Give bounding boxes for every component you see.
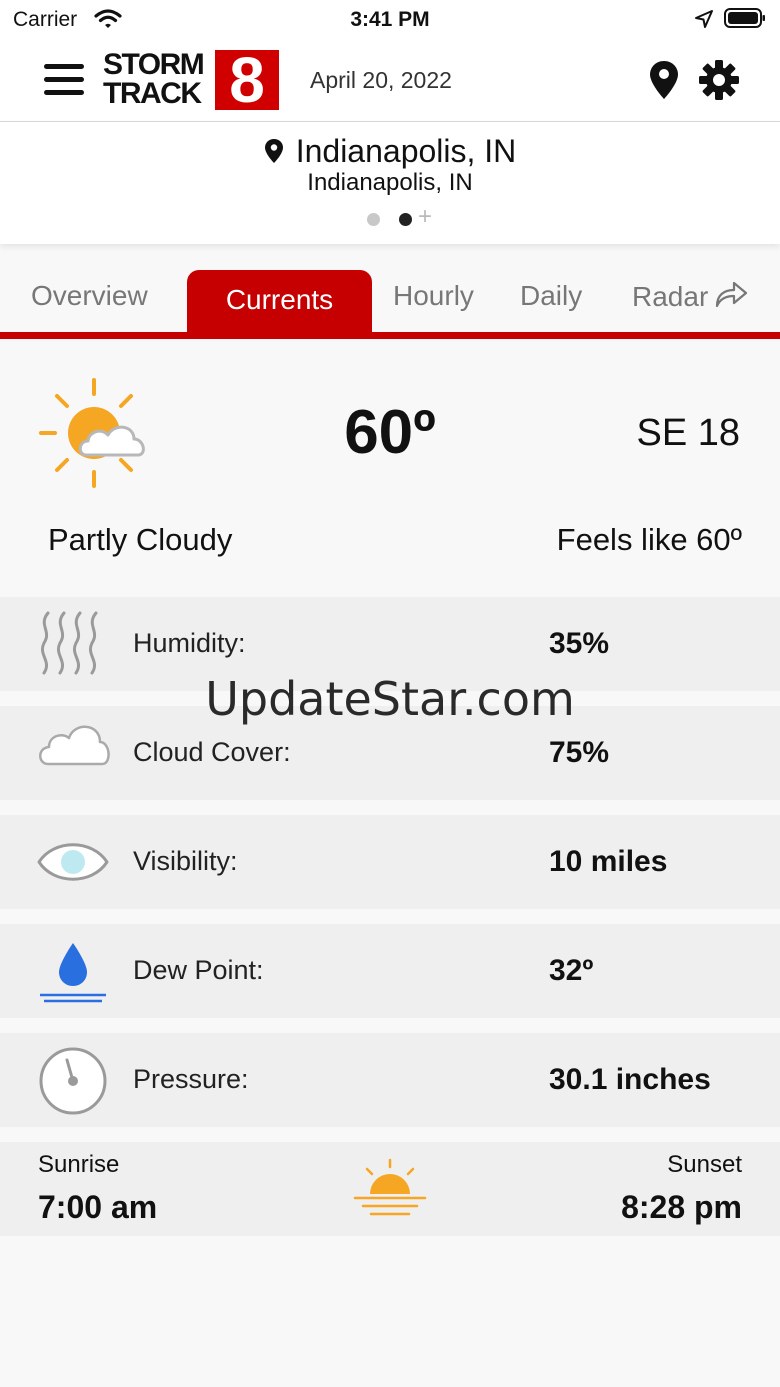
sun-times-row: Sunrise 7:00 am Sunset 8:28 pm: [0, 1142, 780, 1236]
sunset-label: Sunset: [667, 1151, 742, 1178]
detail-row-visibility: Visibility: 10 miles: [0, 815, 780, 909]
humidity-value: 35%: [549, 627, 610, 660]
status-bar: Carrier 3:41 PM: [0, 0, 780, 40]
water-drop-icon: [40, 943, 106, 1003]
logo-number: 8: [215, 48, 279, 112]
tab-overview[interactable]: Overview: [31, 280, 148, 312]
visibility-value: 10 miles: [549, 845, 668, 878]
app-header: STORM TRACK 8 April 20, 2022: [0, 40, 780, 122]
pressure-value: 30.1 inches: [549, 1063, 711, 1096]
battery-icon: [724, 8, 765, 28]
location-pin-small-icon: [264, 139, 283, 163]
eye-icon: [37, 843, 109, 881]
watermark-text: UpdateStar.com: [205, 672, 575, 726]
cloud-cover-value: 75%: [549, 736, 610, 769]
detail-row-dew-point: Dew Point: 32º: [0, 924, 780, 1018]
sunrise-time: 7:00 am: [38, 1189, 158, 1225]
visibility-label: Visibility:: [133, 846, 238, 876]
sunrise-label: Sunrise: [38, 1151, 120, 1178]
sunset-time: 8:28 pm: [621, 1189, 742, 1225]
header-date: April 20, 2022: [310, 67, 452, 93]
tab-radar[interactable]: Radar: [632, 280, 748, 313]
tab-bar: Overview Currents Hourly Daily Radar: [0, 268, 780, 339]
wind-speed: SE 18: [636, 412, 740, 454]
cloud-cover-label: Cloud Cover:: [133, 737, 291, 767]
humidity-icon: [41, 611, 98, 675]
page-indicator[interactable]: +: [366, 205, 446, 229]
storm-track-8-logo: STORM TRACK 8: [103, 48, 279, 112]
tab-underline: [0, 332, 780, 339]
page-dot-2-active[interactable]: [399, 213, 412, 226]
share-arrow-icon: [716, 281, 748, 308]
clock-time: 3:41 PM: [350, 8, 430, 31]
condition-text: Partly Cloudy: [48, 522, 233, 557]
dew-point-value: 32º: [549, 954, 594, 987]
location-title[interactable]: Indianapolis, IN: [0, 133, 780, 170]
location-city: Indianapolis, IN: [295, 133, 517, 169]
humidity-label: Humidity:: [133, 628, 246, 658]
logo-line-storm: STORM: [103, 48, 205, 81]
tab-hourly[interactable]: Hourly: [393, 280, 474, 312]
logo-line-track: TRACK: [103, 77, 202, 110]
tab-currents[interactable]: Currents: [187, 270, 372, 334]
hamburger-menu-icon[interactable]: [44, 64, 84, 98]
current-conditions: 60º SE 18 Partly Cloudy Feels like 60º: [0, 339, 780, 595]
tab-radar-label: Radar: [632, 281, 709, 312]
location-pin-icon[interactable]: [648, 60, 680, 100]
location-subtitle: Indianapolis, IN: [307, 169, 473, 196]
pressure-gauge-icon: [39, 1047, 107, 1115]
dew-point-label: Dew Point:: [133, 955, 264, 985]
tab-daily[interactable]: Daily: [520, 280, 582, 312]
feels-like-text: Feels like 60º: [556, 522, 742, 557]
page-dot-1[interactable]: [367, 213, 380, 226]
location-arrow-icon: [695, 10, 713, 28]
location-panel: Indianapolis, IN Indianapolis, IN +: [0, 122, 780, 244]
sunrise-sunset-icon: [353, 1158, 427, 1216]
detail-row-pressure: Pressure: 30.1 inches: [0, 1033, 780, 1127]
settings-gear-icon[interactable]: [698, 59, 740, 101]
add-location-plus-icon[interactable]: +: [418, 205, 432, 229]
pressure-label: Pressure:: [133, 1064, 249, 1094]
